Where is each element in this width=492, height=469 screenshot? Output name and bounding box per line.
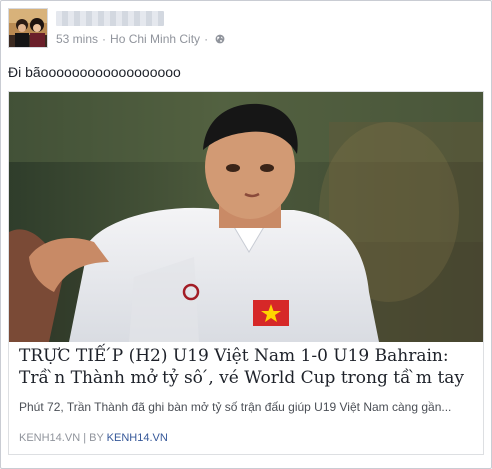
card-description: Phút 72, Trần Thành đã ghi bàn mở tỷ số … — [19, 400, 452, 414]
post-text: Đi bãoooooooooooooooooo — [8, 64, 181, 80]
card-source: KENH14.VN | BY KENH14.VN — [19, 432, 168, 444]
meta-separator-2: · — [204, 32, 209, 46]
facebook-post: 53 mins · Ho Chi Minh City · Đi bãoooooo… — [0, 0, 492, 469]
globe-icon[interactable] — [215, 34, 225, 44]
avatar[interactable] — [8, 8, 48, 48]
card-title[interactable]: TRỰC TIẾ ́P (H2) U19 Việt Nam 1-0 U19 Ba… — [19, 345, 475, 389]
football-player-photo — [9, 92, 483, 342]
author-link[interactable]: KENH14.VN — [107, 432, 168, 444]
card-image[interactable] — [9, 92, 483, 342]
avatar-photo — [9, 9, 47, 47]
source-separator: | — [83, 432, 87, 444]
post-location[interactable]: Ho Chi Minh City — [110, 32, 200, 46]
author-name-blurred[interactable] — [56, 11, 164, 26]
source-domain: KENH14.VN — [19, 432, 81, 444]
post-meta: 53 mins · Ho Chi Minh City · — [56, 32, 225, 46]
by-label: BY — [89, 432, 104, 444]
link-preview-card[interactable]: TRỰC TIẾ ́P (H2) U19 Việt Nam 1-0 U19 Ba… — [8, 91, 484, 455]
post-time[interactable]: 53 mins — [56, 32, 98, 46]
meta-separator: · — [102, 32, 107, 46]
